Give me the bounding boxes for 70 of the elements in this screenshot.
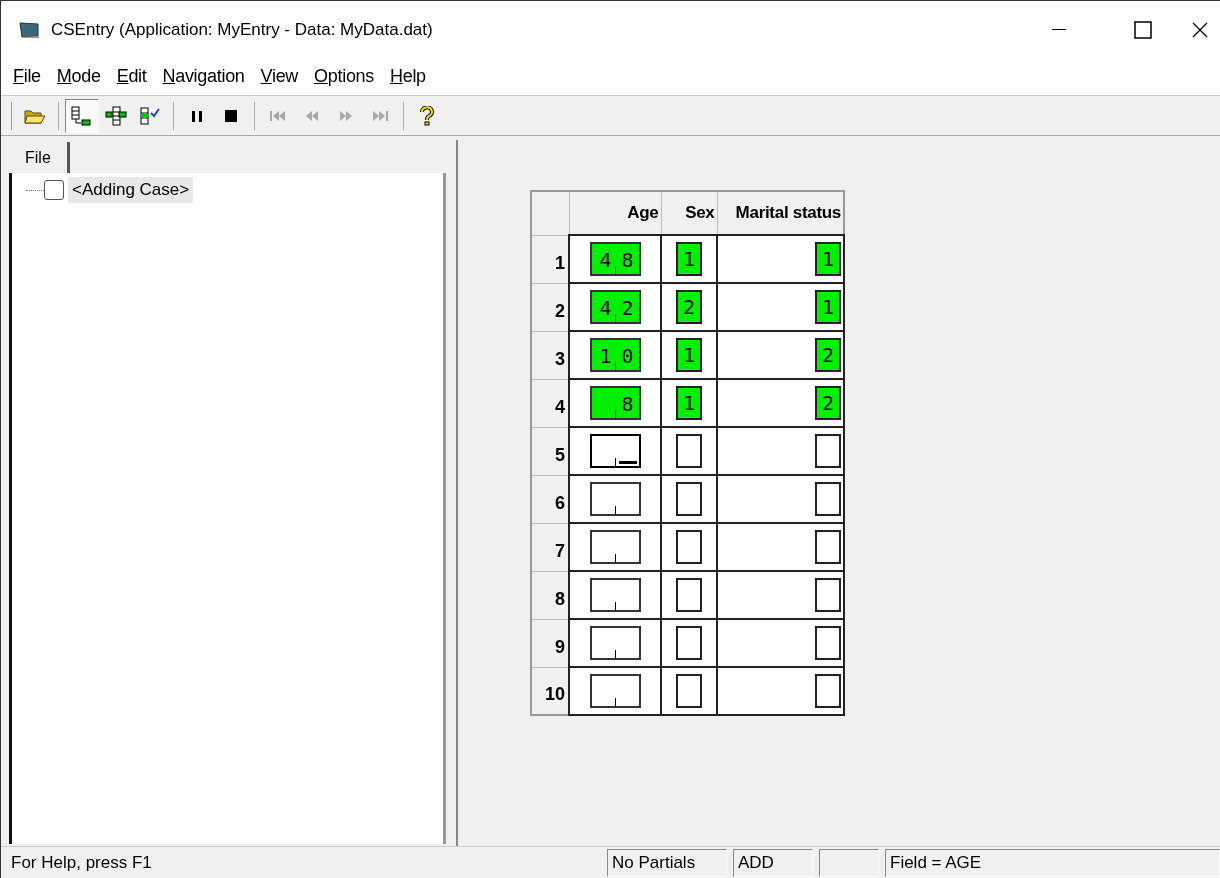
- age-field[interactable]: [589, 674, 641, 708]
- maximize-icon: [1134, 20, 1152, 39]
- status-pane: [819, 848, 879, 877]
- sex-field[interactable]: [676, 434, 702, 468]
- marital-status-field[interactable]: 2: [815, 338, 841, 372]
- field-value: 2: [682, 297, 695, 317]
- app-icon: [19, 20, 41, 39]
- menu-item[interactable]: Help: [390, 63, 426, 90]
- age-field[interactable]: 48: [589, 242, 641, 276]
- age-value: 42: [599, 298, 644, 318]
- text-cursor: [618, 461, 637, 464]
- sex-field[interactable]: [676, 674, 702, 708]
- menu-item[interactable]: Mode: [56, 63, 101, 90]
- verify-case-icon: [139, 105, 161, 126]
- age-field[interactable]: [589, 434, 641, 468]
- sex-field[interactable]: [676, 578, 702, 612]
- sex-field[interactable]: 1: [676, 338, 702, 372]
- first-icon: [269, 108, 287, 123]
- field-value: 1: [682, 249, 695, 269]
- insert-case-icon: [105, 105, 127, 126]
- marital-status-field[interactable]: [815, 578, 841, 612]
- age-field[interactable]: [589, 626, 641, 660]
- sex-field[interactable]: [676, 482, 702, 516]
- field-value: 2: [821, 345, 834, 365]
- menu-item[interactable]: Navigation: [162, 63, 245, 90]
- sex-field[interactable]: [676, 626, 702, 660]
- close-icon: [1192, 21, 1208, 38]
- field-value: 1: [682, 393, 695, 413]
- status-pane: Field = AGE: [885, 848, 1220, 877]
- age-field[interactable]: [589, 530, 641, 564]
- age-value: 10: [599, 346, 644, 366]
- window-title: CSEntry (Application: MyEntry - Data: MyData.dat): [51, 18, 433, 41]
- status-pane: No Partials: [607, 848, 727, 877]
- marital-status-field[interactable]: 2: [815, 386, 841, 420]
- marital-status-field[interactable]: [815, 674, 841, 708]
- help-icon: [419, 105, 435, 126]
- age-field[interactable]: 10: [589, 338, 641, 372]
- age-field[interactable]: [589, 482, 641, 516]
- marital-status-field[interactable]: 1: [815, 290, 841, 324]
- tree-item[interactable]: <Adding Case>: [68, 177, 194, 203]
- age-field[interactable]: 42: [589, 290, 641, 324]
- status-message: For Help, press F1: [10, 851, 153, 874]
- sex-field[interactable]: [676, 530, 702, 564]
- add-button[interactable]: [65, 98, 99, 133]
- sex-field[interactable]: 1: [676, 242, 702, 276]
- marital-status-field[interactable]: [815, 626, 841, 660]
- age-field[interactable]: 8: [589, 386, 641, 420]
- last-icon: [371, 108, 389, 123]
- age-value: 48: [599, 250, 644, 270]
- age-value: 8: [621, 394, 644, 414]
- marital-status-field[interactable]: 1: [815, 242, 841, 276]
- field-value: 1: [682, 345, 695, 365]
- menu-item[interactable]: Edit: [116, 63, 147, 90]
- menu-item[interactable]: File: [13, 63, 41, 90]
- stop-icon: [223, 107, 239, 124]
- minimize-icon: [1052, 28, 1066, 31]
- marital-status-field[interactable]: [815, 482, 841, 516]
- field-value: 2: [821, 393, 834, 413]
- field-value: 1: [821, 249, 834, 269]
- tree-checkbox[interactable]: [44, 180, 64, 200]
- status-pane: ADD: [733, 848, 813, 877]
- menu-item[interactable]: Options: [314, 63, 374, 90]
- marital-status-field[interactable]: [815, 434, 841, 468]
- add-case-icon: [71, 105, 93, 126]
- field-value: 1: [821, 297, 834, 317]
- sex-field[interactable]: 1: [676, 386, 702, 420]
- sex-field[interactable]: 2: [676, 290, 702, 324]
- age-field[interactable]: [589, 578, 641, 612]
- menu-item[interactable]: View: [260, 63, 299, 90]
- marital-status-field[interactable]: [815, 530, 841, 564]
